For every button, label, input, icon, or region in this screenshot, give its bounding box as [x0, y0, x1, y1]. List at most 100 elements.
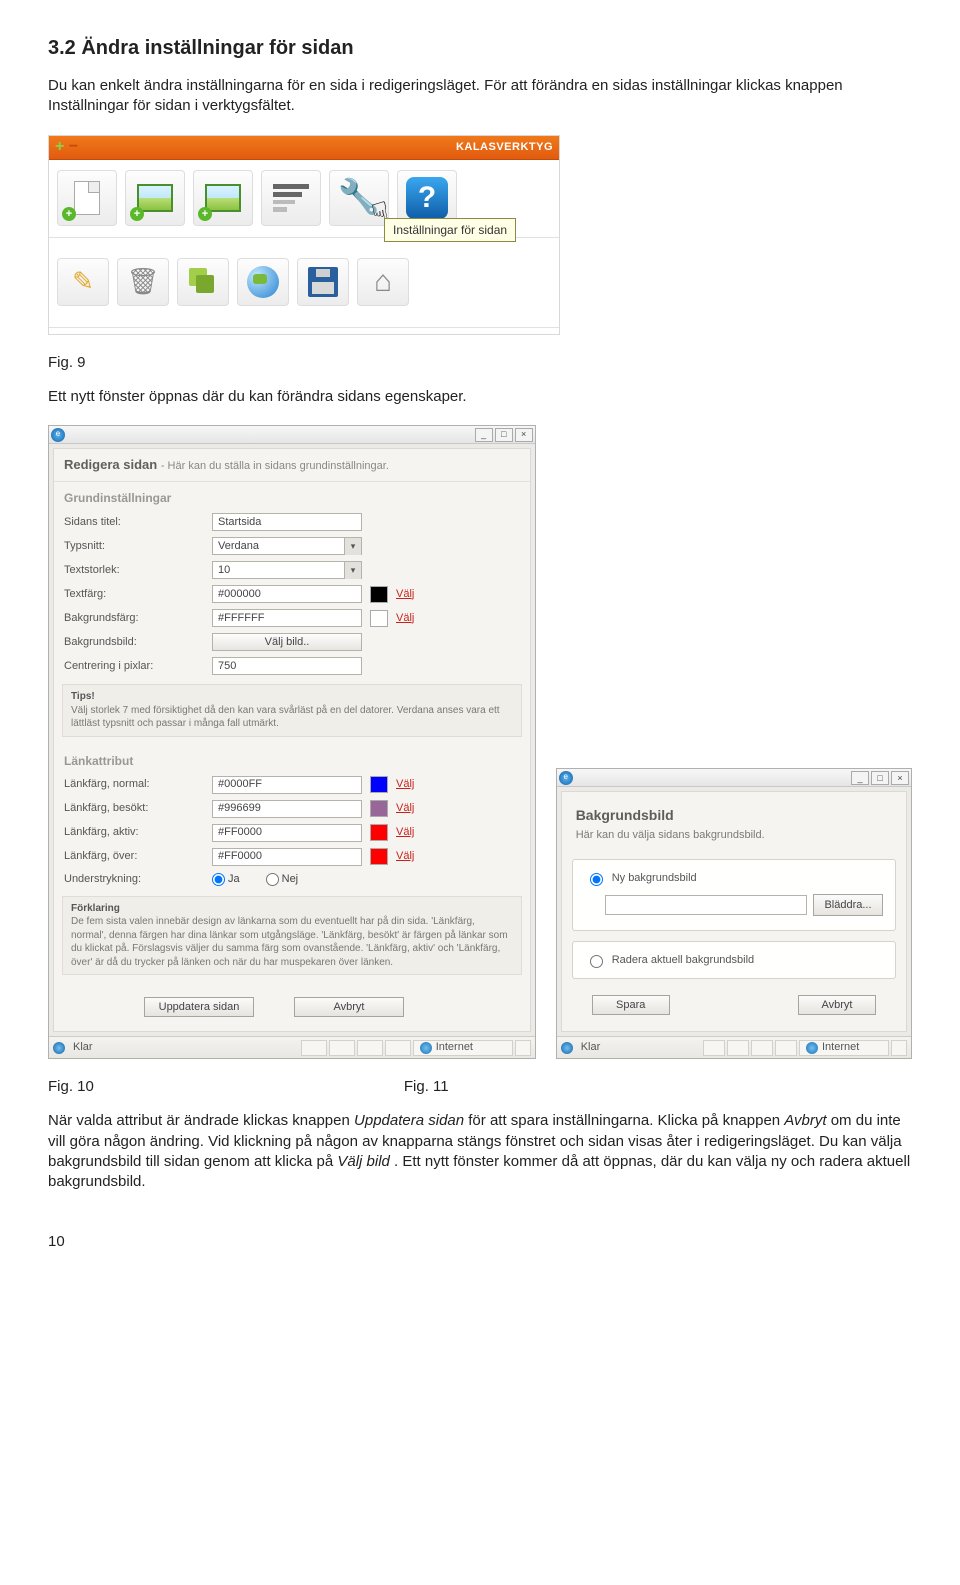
figure-toolbar: + − KALASVERKTYG + + + 🔧 ? ✎ 🗑 ⌂ ☟ Instä… [48, 135, 560, 335]
radio-yes-input[interactable] [212, 873, 225, 886]
button-choose-bgimage[interactable]: Välj bild.. [212, 633, 362, 651]
input-title[interactable]: Startsida [212, 513, 362, 531]
radio-underline-no[interactable]: Nej [266, 872, 299, 887]
dlg1-subtitle: - Här kan du ställa in sidans grundinstä… [161, 460, 389, 472]
wrench-icon: 🔧 [338, 175, 380, 221]
new-page-button[interactable]: + [57, 170, 117, 226]
edit-button[interactable]: ✎ [57, 258, 109, 306]
input-link-visited[interactable]: #996699 [212, 800, 362, 818]
minimize-button[interactable]: _ [851, 771, 869, 785]
lbl-bgimage: Bakgrundsbild: [64, 635, 204, 650]
lbl-link-visited: Länkfärg, besökt: [64, 801, 204, 816]
radio-underline-yes[interactable]: Ja [212, 872, 240, 887]
file-path-input[interactable] [605, 895, 807, 915]
lbl-title: Sidans titel: [64, 515, 204, 530]
input-textcolor[interactable]: #000000 [212, 585, 362, 603]
explanation-box: Förklaring De fem sista valen innebär de… [62, 896, 522, 976]
fig11-label: Fig. 11 [404, 1077, 449, 1097]
status-zone: Internet [413, 1040, 513, 1056]
disk-icon [308, 267, 338, 297]
row-bgimage: Bakgrundsbild: Välj bild.. [54, 630, 530, 654]
minimize-button[interactable]: _ [475, 428, 493, 442]
app-title: KALASVERKTYG [456, 140, 553, 155]
final-text-1: När valda attribut är ändrade klickas kn… [48, 1112, 354, 1129]
status-cell [329, 1040, 355, 1056]
link-choose-over[interactable]: Välj [396, 849, 414, 864]
add-image-button-2[interactable]: + [193, 170, 253, 226]
lbl-link-active: Länkfärg, aktiv: [64, 825, 204, 840]
picture-icon [205, 184, 241, 212]
select-font[interactable]: Verdana [212, 537, 362, 555]
final-em-2: Avbryt [784, 1112, 826, 1129]
resize-grip[interactable] [891, 1040, 907, 1056]
cancel-button[interactable]: Avbryt [294, 997, 404, 1017]
browse-button[interactable]: Bläddra... [813, 894, 883, 916]
tips-text: Välj storlek 7 med försiktighet då den k… [71, 705, 500, 730]
input-link-active[interactable]: #FF0000 [212, 824, 362, 842]
select-size-value: 10 [218, 563, 230, 578]
link-choose-textcolor[interactable]: Välj [396, 587, 414, 602]
question-icon: ? [406, 177, 448, 219]
radio-no-input[interactable] [266, 873, 279, 886]
lbl-underline: Understrykning: [64, 872, 204, 887]
tips-title: Tips! [71, 691, 95, 702]
resize-grip[interactable] [515, 1040, 531, 1056]
link-choose-visited[interactable]: Välj [396, 801, 414, 816]
status-cell [775, 1040, 797, 1056]
pencil-icon: ✎ [72, 264, 94, 299]
input-centering[interactable]: 750 [212, 657, 362, 675]
plus-badge-icon: + [198, 207, 212, 221]
page-icon [74, 181, 100, 215]
ie-status-icon [53, 1042, 65, 1054]
copy-button[interactable] [177, 258, 229, 306]
radio-new-input[interactable] [590, 873, 603, 886]
close-button[interactable]: × [891, 771, 909, 785]
link-choose-active[interactable]: Välj [396, 825, 414, 840]
row-bgcolor: Bakgrundsfärg: #FFFFFF Välj [54, 606, 530, 630]
ie-icon: e [559, 771, 573, 785]
link-choose-bgcolor[interactable]: Välj [396, 611, 414, 626]
final-em-3: Välj bild [337, 1153, 390, 1170]
cancel-bgimage-button[interactable]: Avbryt [798, 995, 876, 1015]
input-bgcolor[interactable]: #FFFFFF [212, 609, 362, 627]
publish-button[interactable] [237, 258, 289, 306]
status-zone: Internet [799, 1040, 889, 1056]
delete-button[interactable]: 🗑 [117, 258, 169, 306]
home-icon: ⌂ [374, 262, 392, 303]
tooltip: Inställningar för sidan [384, 218, 516, 242]
status-left: Klar [67, 1040, 99, 1055]
swatch-link-normal [370, 776, 388, 793]
status-zone-label: Internet [822, 1040, 859, 1055]
dlg2-titlebar: e _ □ × [557, 769, 911, 787]
radio-delete-input[interactable] [590, 955, 603, 968]
save-bgimage-button[interactable]: Spara [592, 995, 670, 1015]
dlg2-title: Bakgrundsbild [576, 806, 892, 825]
add-image-button-1[interactable]: + [125, 170, 185, 226]
layout-button[interactable] [261, 170, 321, 226]
close-button[interactable]: × [515, 428, 533, 442]
home-button[interactable]: ⌂ [357, 258, 409, 306]
edit-page-dialog: e _ □ × Redigera sidan - Här kan du stäl… [48, 425, 536, 1059]
page-settings-button[interactable]: 🔧 [329, 170, 389, 226]
maximize-button[interactable]: □ [495, 428, 513, 442]
radio-delete-bgimage[interactable]: Radera aktuell bakgrundsbild [585, 952, 883, 968]
update-page-button[interactable]: Uppdatera sidan [144, 997, 254, 1017]
select-size[interactable]: 10 [212, 561, 362, 579]
link-choose-normal[interactable]: Välj [396, 777, 414, 792]
input-link-normal[interactable]: #0000FF [212, 776, 362, 794]
collapse-icon[interactable]: − [69, 136, 79, 158]
save-button[interactable] [297, 258, 349, 306]
swatch-textcolor [370, 586, 388, 603]
expand-icon[interactable]: + [55, 136, 65, 158]
input-link-over[interactable]: #FF0000 [212, 848, 362, 866]
radio-new-bgimage[interactable]: Ny bakgrundsbild [585, 870, 883, 886]
swatch-link-over [370, 848, 388, 865]
row-centering: Centrering i pixlar: 750 [54, 654, 530, 678]
select-font-value: Verdana [218, 539, 259, 554]
maximize-button[interactable]: □ [871, 771, 889, 785]
explanation-title: Förklaring [71, 903, 120, 914]
lbl-font: Typsnitt: [64, 539, 204, 554]
radio-no-label: Nej [282, 872, 299, 887]
section-basic: Grundinställningar [54, 482, 530, 510]
dlg2-header: Bakgrundsbild Här kan du välja sidans ba… [562, 792, 906, 849]
